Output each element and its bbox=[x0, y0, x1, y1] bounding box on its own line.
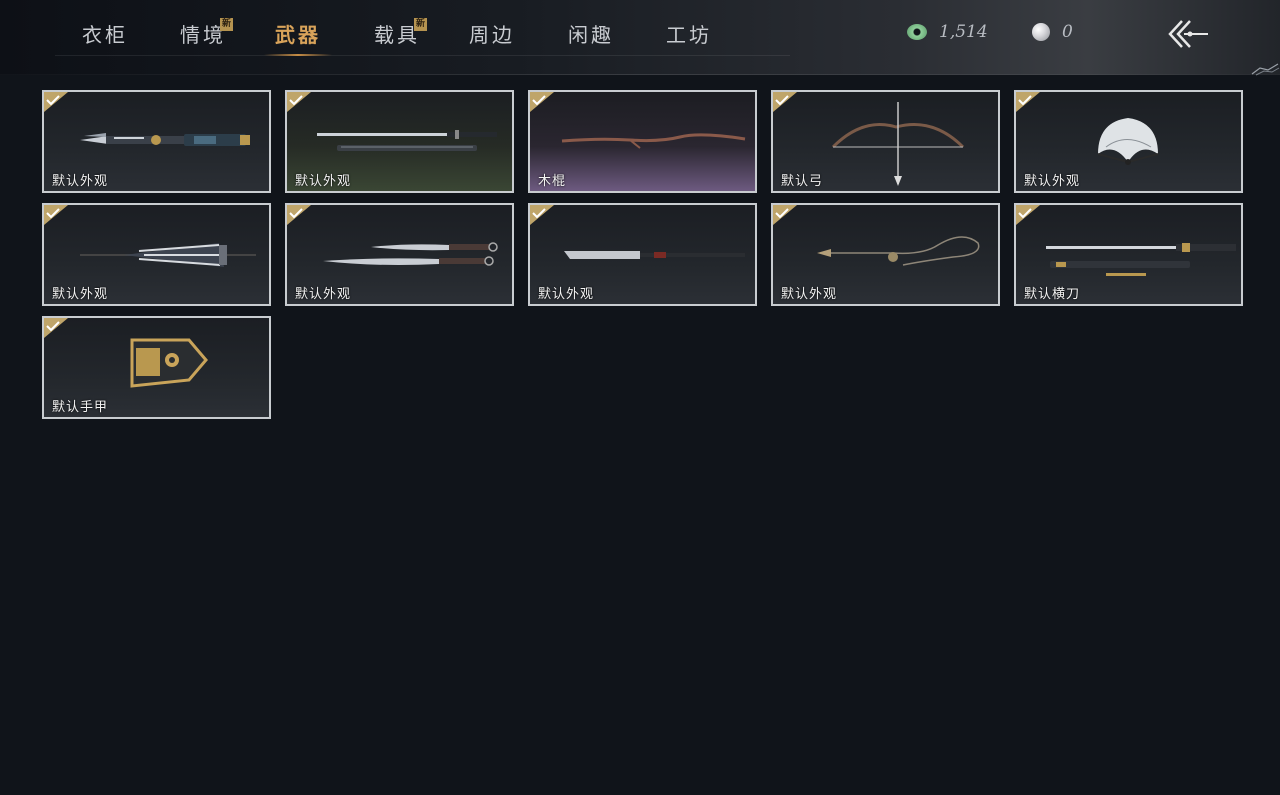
tab-weapons[interactable]: 武器 bbox=[248, 16, 348, 56]
jade-currency: 1,514 bbox=[907, 20, 988, 44]
skin-name: 默认外观 bbox=[52, 174, 109, 189]
weapon-card[interactable]: 默认外观 bbox=[771, 203, 1000, 306]
pearl-icon bbox=[1032, 23, 1050, 41]
owned-check-icon bbox=[1016, 205, 1040, 225]
tab-label: 武器 bbox=[275, 23, 321, 47]
pearl-amount: 0 bbox=[1062, 22, 1073, 42]
tab-wardrobe[interactable]: 衣柜 bbox=[55, 16, 155, 52]
weapon-card[interactable]: 默认横刀 bbox=[1014, 203, 1243, 306]
new-badge: 新 bbox=[414, 18, 427, 31]
back-arrow-icon[interactable] bbox=[1166, 18, 1212, 50]
tab-leisure[interactable]: 闲趣 bbox=[541, 16, 641, 52]
owned-check-icon bbox=[287, 205, 311, 225]
weapon-card[interactable]: 默认外观 bbox=[42, 90, 271, 193]
skin-name: 默认弓 bbox=[781, 174, 824, 189]
jade-coin-icon bbox=[907, 24, 927, 40]
tab-label: 周边 bbox=[469, 23, 515, 47]
owned-check-icon bbox=[1016, 92, 1040, 112]
category-tabs: 衣柜 情境新 武器 载具新 周边 闲趣 工坊 bbox=[55, 16, 790, 56]
top-bar: 衣柜 情境新 武器 载具新 周边 闲趣 工坊 1,514 0 bbox=[0, 0, 1280, 76]
tab-label: 工坊 bbox=[666, 23, 712, 47]
skin-name: 默认横刀 bbox=[1024, 287, 1081, 302]
owned-check-icon bbox=[773, 92, 797, 112]
skin-name: 默认外观 bbox=[295, 287, 352, 302]
owned-check-icon bbox=[44, 92, 68, 112]
owned-check-icon bbox=[287, 92, 311, 112]
weapon-card[interactable]: 默认外观 bbox=[285, 90, 514, 193]
skin-name: 默认外观 bbox=[538, 287, 595, 302]
owned-check-icon bbox=[44, 205, 68, 225]
new-badge: 新 bbox=[220, 18, 233, 31]
jade-amount: 1,514 bbox=[939, 22, 988, 42]
corner-ornament bbox=[1251, 63, 1280, 76]
skin-name: 默认外观 bbox=[295, 174, 352, 189]
owned-check-icon bbox=[530, 92, 554, 112]
skin-name: 木棍 bbox=[538, 174, 567, 189]
tab-merch[interactable]: 周边 bbox=[442, 16, 542, 52]
tab-mounts[interactable]: 载具新 bbox=[347, 16, 447, 52]
skin-name: 默认外观 bbox=[52, 287, 109, 302]
weapon-card[interactable]: 默认弓 bbox=[771, 90, 1000, 193]
skin-name: 默认外观 bbox=[781, 287, 838, 302]
weapon-card[interactable]: 默认外观 bbox=[528, 203, 757, 306]
weapon-card[interactable]: 木棍 bbox=[528, 90, 757, 193]
owned-check-icon bbox=[44, 318, 68, 338]
skin-name: 默认外观 bbox=[1024, 174, 1081, 189]
owned-check-icon bbox=[773, 205, 797, 225]
weapon-skin-grid: 默认外观 默认外观 木棍 默认弓 默认外观 默认外观 默认外观 默认外观 默认外… bbox=[42, 90, 1244, 420]
weapon-card[interactable]: 默认外观 bbox=[1014, 90, 1243, 193]
tab-scene[interactable]: 情境新 bbox=[153, 16, 253, 52]
weapon-card[interactable]: 默认外观 bbox=[285, 203, 514, 306]
owned-check-icon bbox=[530, 205, 554, 225]
weapon-card[interactable]: 默认手甲 bbox=[42, 316, 271, 419]
weapon-card[interactable]: 默认外观 bbox=[42, 203, 271, 306]
tab-label: 闲趣 bbox=[568, 23, 614, 47]
skin-name: 默认手甲 bbox=[52, 400, 109, 415]
tab-label: 衣柜 bbox=[82, 23, 128, 47]
pearl-currency: 0 bbox=[1032, 20, 1073, 44]
tab-workshop[interactable]: 工坊 bbox=[639, 16, 739, 52]
